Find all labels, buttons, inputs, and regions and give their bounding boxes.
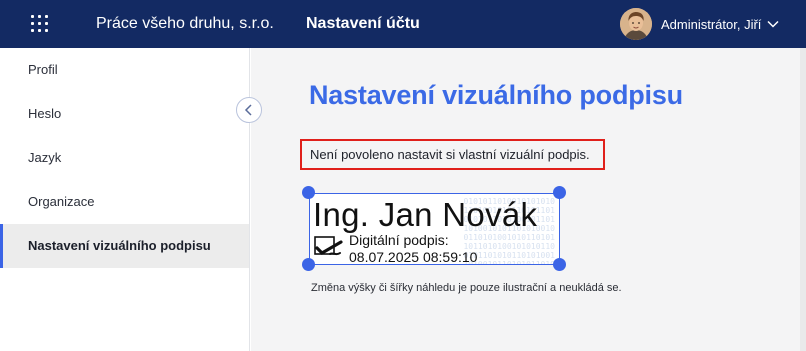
sidebar-item-organization[interactable]: Organizace: [0, 180, 249, 224]
organization-name[interactable]: Práce všeho druhu, s.r.o.: [96, 15, 274, 33]
signature-not-allowed-alert: Není povoleno nastavit si vlastní vizuál…: [300, 139, 605, 170]
page-title: Nastavení vizuálního podpisu: [309, 80, 683, 110]
user-menu[interactable]: Administrátor, Jiří: [620, 8, 796, 40]
signature-datetime: 08.07.2025 08:59:10: [349, 249, 478, 265]
preview-note: Změna výšky či šířky náhledu je pouze il…: [311, 282, 622, 294]
resize-handle-bottom-right[interactable]: [553, 258, 566, 271]
apps-grid-icon[interactable]: [31, 15, 49, 33]
resize-handle-top-left[interactable]: [302, 186, 315, 199]
top-bar: Práce všeho druhu, s.r.o. Nastavení účtu…: [0, 0, 806, 48]
scrollbar[interactable]: [800, 48, 806, 351]
resize-handle-top-right[interactable]: [553, 186, 566, 199]
section-title: Nastavení účtu: [306, 15, 420, 32]
avatar: [620, 8, 652, 40]
sidebar-item-password[interactable]: Heslo: [0, 92, 249, 136]
sidebar-item-visual-signature[interactable]: Nastavení vizuálního podpisu: [0, 224, 249, 268]
signature-label: Digitální podpis:: [349, 232, 449, 248]
chevron-left-icon: [244, 104, 252, 116]
sidebar: Profil Heslo Jazyk Organizace Nastavení …: [0, 48, 250, 351]
signature-checkmark-icon: [314, 236, 343, 256]
alert-text: Není povoleno nastavit si vlastní vizuál…: [310, 147, 590, 162]
signature-preview[interactable]: 0101011010010101010 1101001010110101101 …: [302, 186, 566, 271]
chevron-down-icon: [767, 20, 779, 28]
resize-handle-bottom-left[interactable]: [302, 258, 315, 271]
sidebar-item-profile[interactable]: Profil: [0, 48, 249, 92]
signature-preview-box: 0101011010010101010 1101001010110101101 …: [309, 193, 560, 265]
user-name: Administrátor, Jiří: [661, 17, 762, 32]
sidebar-collapse-button[interactable]: [236, 97, 262, 123]
sidebar-item-language[interactable]: Jazyk: [0, 136, 249, 180]
signature-name: Ing. Jan Novák: [313, 196, 538, 233]
